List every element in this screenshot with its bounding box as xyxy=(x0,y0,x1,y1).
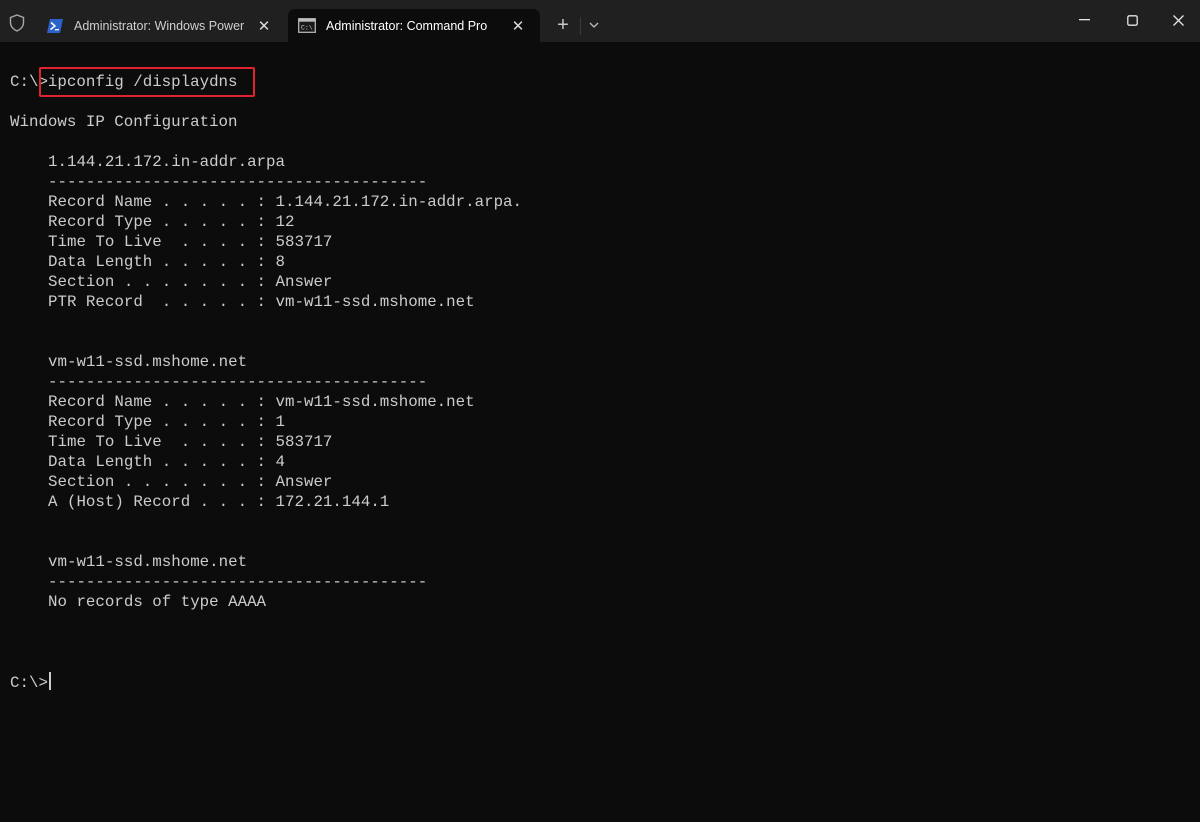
separator: ---------------------------------------- xyxy=(48,573,428,591)
close-icon xyxy=(1172,14,1184,26)
close-tab-button[interactable]: ✕ xyxy=(250,14,278,38)
tab-label: Administrator: Windows Power xyxy=(74,18,245,33)
record-label: PTR Record . . . . . : xyxy=(48,293,267,311)
output-header: Windows IP Configuration xyxy=(10,113,238,131)
record-value: 12 xyxy=(275,213,295,231)
record-line: Data Length . . . . . : 8 xyxy=(48,252,285,272)
final-prompt-line[interactable]: C:\> xyxy=(10,672,51,692)
record-label: Record Type . . . . . : xyxy=(48,413,267,431)
record-line: Section . . . . . . . : Answer xyxy=(48,472,332,492)
close-icon: ✕ xyxy=(257,17,271,35)
command-prompt-icon: C:\ xyxy=(298,18,316,34)
close-icon: ✕ xyxy=(511,17,525,35)
chevron-down-icon xyxy=(589,22,599,28)
entry-name: 1.144.21.172.in-addr.arpa xyxy=(48,153,285,171)
record-value: 1.144.21.172.in-addr.arpa. xyxy=(275,193,523,211)
record-label: Time To Live . . . . : xyxy=(48,233,267,251)
record-line: Time To Live . . . . : 583717 xyxy=(48,232,332,252)
tab-command-prompt[interactable]: C:\ Administrator: Command Pro ✕ xyxy=(288,9,540,42)
record-line: Time To Live . . . . : 583717 xyxy=(48,432,332,452)
record-label: Section . . . . . . . : xyxy=(48,473,267,491)
record-label: Record Type . . . . . : xyxy=(48,213,267,231)
tab-windows-powershell[interactable]: Administrator: Windows Power ✕ xyxy=(36,9,286,42)
text-cursor xyxy=(48,672,51,690)
shield-icon xyxy=(8,14,26,32)
separator: ---------------------------------------- xyxy=(48,173,428,191)
record-value: 1 xyxy=(275,413,286,431)
tab-dropdown-button[interactable] xyxy=(582,13,606,37)
entry-name: vm-w11-ssd.mshome.net xyxy=(48,353,248,371)
record-label: A (Host) Record . . . : xyxy=(48,493,267,511)
powershell-icon xyxy=(46,18,64,34)
plus-icon: + xyxy=(557,13,569,36)
minimize-button[interactable] xyxy=(1061,0,1107,40)
terminal-output[interactable]: C:\>ipconfig /displaydns Windows IP Conf… xyxy=(0,42,1200,822)
separator: ---------------------------------------- xyxy=(48,373,428,391)
record-value: Answer xyxy=(275,273,333,291)
new-tab-button[interactable]: + xyxy=(548,13,578,37)
record-value: vm-w11-ssd.mshome.net xyxy=(275,393,475,411)
record-value: 4 xyxy=(275,453,286,471)
no-records-message: No records of type AAAA xyxy=(48,593,267,611)
record-line: Data Length . . . . . : 4 xyxy=(48,452,285,472)
minimize-icon xyxy=(1078,19,1090,21)
record-value: 583717 xyxy=(275,233,333,251)
close-window-button[interactable] xyxy=(1155,0,1200,40)
record-line: Section . . . . . . . : Answer xyxy=(48,272,332,292)
record-label: Time To Live . . . . : xyxy=(48,433,267,451)
record-line: A (Host) Record . . . : 172.21.144.1 xyxy=(48,492,389,512)
record-label: Data Length . . . . . : xyxy=(48,453,267,471)
record-value: 172.21.144.1 xyxy=(275,493,390,511)
tab-divider xyxy=(580,17,581,35)
record-value: 8 xyxy=(275,253,286,271)
entry-name: vm-w11-ssd.mshome.net xyxy=(48,553,248,571)
record-line: PTR Record . . . . . : vm-w11-ssd.mshome… xyxy=(48,292,475,312)
record-line: Record Name . . . . . : 1.144.21.172.in-… xyxy=(48,192,522,212)
record-value: 583717 xyxy=(275,433,333,451)
record-label: Section . . . . . . . : xyxy=(48,273,267,291)
command-highlight-box xyxy=(39,67,255,97)
maximize-button[interactable] xyxy=(1109,0,1155,40)
maximize-icon xyxy=(1126,14,1138,26)
svg-text:C:\: C:\ xyxy=(301,25,313,32)
record-label: Data Length . . . . . : xyxy=(48,253,267,271)
record-value: vm-w11-ssd.mshome.net xyxy=(275,293,475,311)
close-tab-button[interactable]: ✕ xyxy=(504,14,532,38)
tab-label: Administrator: Command Pro xyxy=(326,18,488,33)
record-label: Record Name . . . . . : xyxy=(48,193,267,211)
title-bar: Administrator: Windows Power ✕ C:\ Admin… xyxy=(0,0,1200,42)
record-line: Record Type . . . . . : 1 xyxy=(48,412,285,432)
prompt: C:\> xyxy=(10,674,48,692)
record-line: Record Type . . . . . : 12 xyxy=(48,212,295,232)
record-label: Record Name . . . . . : xyxy=(48,393,267,411)
record-value: Answer xyxy=(275,473,333,491)
record-line: Record Name . . . . . : vm-w11-ssd.mshom… xyxy=(48,392,475,412)
